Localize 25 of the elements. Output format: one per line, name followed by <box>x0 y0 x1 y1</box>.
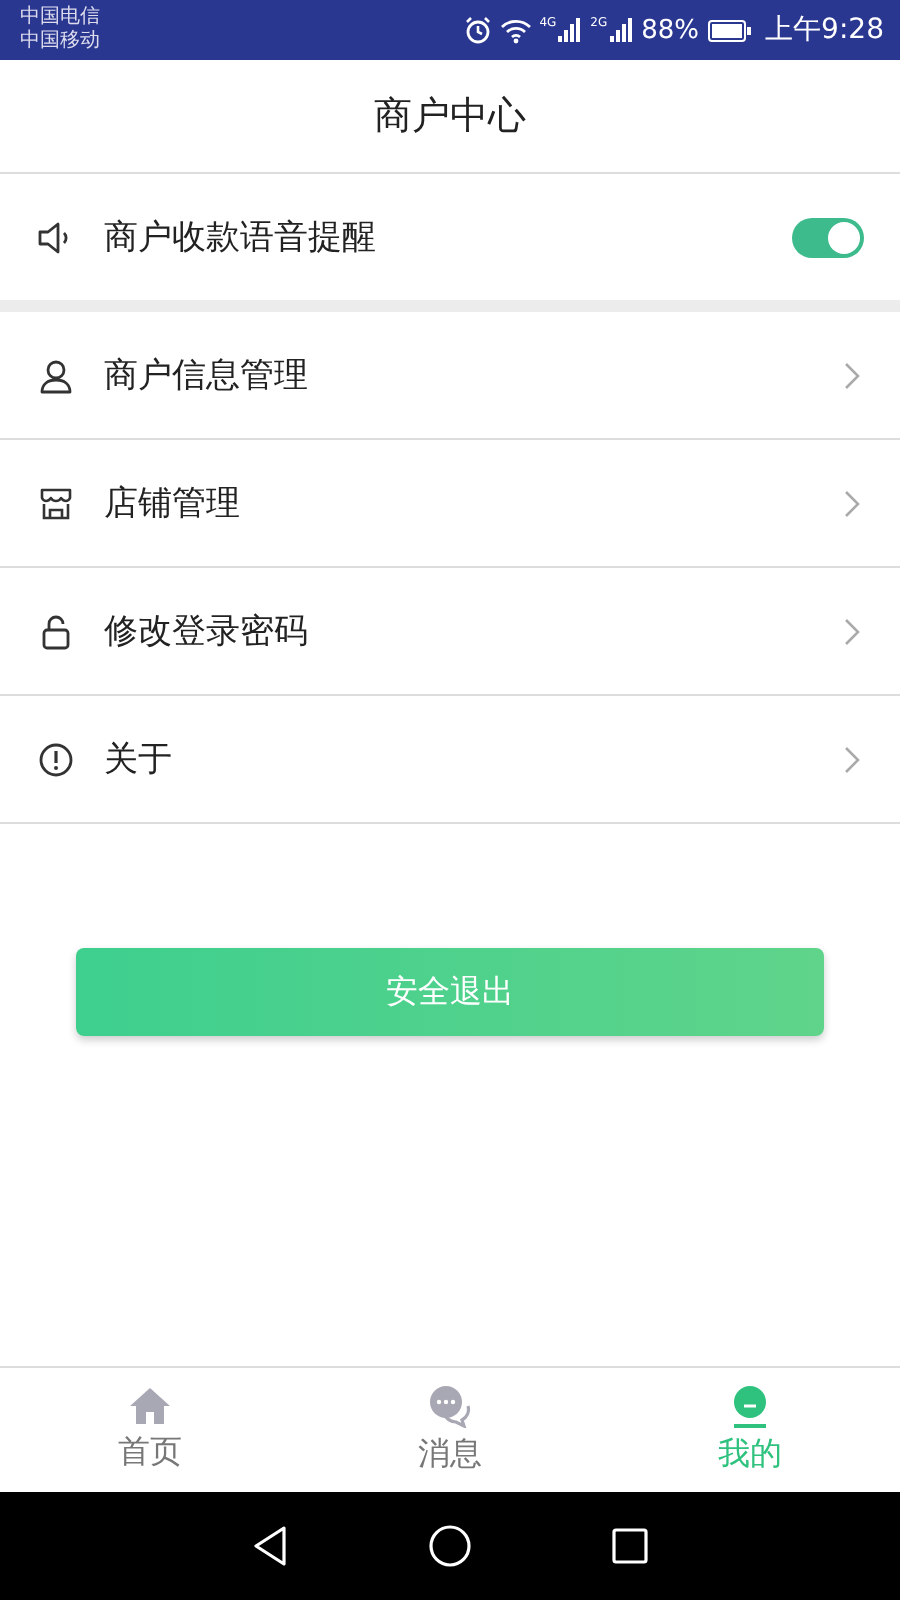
clock-time: 上午9:28 <box>765 12 884 48</box>
page-title: 商户中心 <box>374 92 526 142</box>
battery-percent: 88% <box>641 15 700 45</box>
chevron-right-icon <box>844 745 860 773</box>
chevron-right-icon <box>844 617 860 645</box>
home-circle-icon[interactable] <box>427 1524 472 1568</box>
carrier-name: 中国移动 <box>20 30 100 54</box>
carrier-name: 中国电信 <box>20 6 100 29</box>
chat-bubble-icon <box>428 1384 472 1428</box>
signal-icon <box>558 18 583 42</box>
signal-icon <box>609 18 634 42</box>
chevron-right-icon <box>844 361 860 389</box>
alarm-icon <box>463 16 492 44</box>
square-icon[interactable] <box>610 1526 651 1566</box>
menu-label: 商户收款语音提醒 <box>104 216 378 260</box>
person-icon <box>36 355 76 395</box>
store-icon <box>36 483 76 523</box>
back-icon[interactable] <box>249 1524 290 1568</box>
toggle-switch[interactable] <box>792 217 864 257</box>
chevron-right-icon <box>844 489 860 517</box>
exclamation-circle-icon <box>36 739 76 779</box>
home-icon <box>128 1386 172 1426</box>
user-icon <box>728 1384 772 1428</box>
wifi-icon <box>499 17 532 43</box>
battery-icon <box>707 19 752 41</box>
